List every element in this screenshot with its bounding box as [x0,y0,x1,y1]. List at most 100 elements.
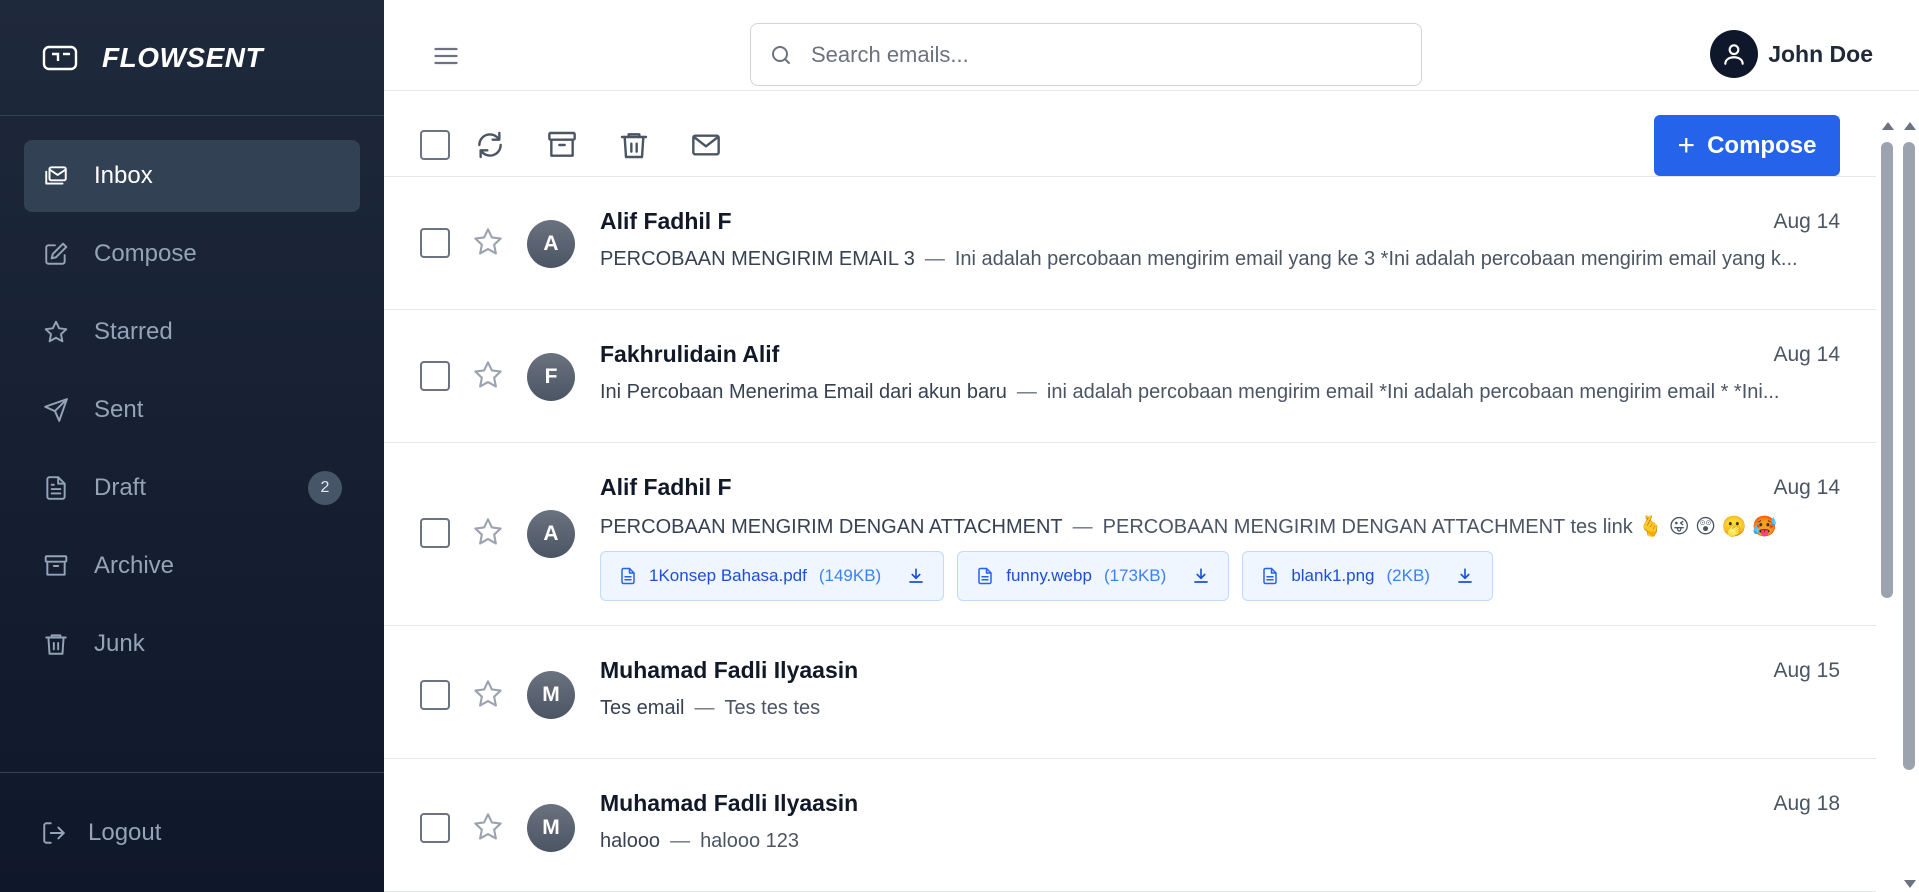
sidebar-item-label: Archive [94,552,175,579]
trash-icon [42,630,70,658]
email-date: Aug 14 [1773,210,1840,233]
file-icon [621,567,635,585]
inbox-icon [42,162,70,190]
mail-icon[interactable] [690,129,722,161]
star-icon[interactable] [472,678,504,710]
attachment-name: funny.webp [1006,566,1092,585]
menu-icon[interactable] [432,42,460,70]
sidebar-nav: Inbox Compose Starred Sent Draft 2 Archi… [0,116,384,772]
sidebar-item-label: Compose [94,240,197,267]
sidebar-item-label: Junk [94,630,145,657]
logout-label: Logout [88,818,162,846]
star-icon[interactable] [472,226,504,258]
attachment-chip[interactable]: 1Konsep Bahasa.pdf (149KB) [600,551,945,601]
email-date: Aug 15 [1773,659,1840,682]
sidebar-item-inbox[interactable]: Inbox [24,140,360,212]
sender-avatar: A [527,220,575,268]
email-row[interactable]: A Alif Fadhil F Aug 14 PERCOBAAN MENGIRI… [384,443,1876,626]
row-checkbox[interactable] [420,228,450,258]
avatar [1710,30,1759,78]
send-icon [42,396,70,424]
attachment-size: (173KB) [1103,566,1167,585]
compose-label: Compose [1707,131,1817,159]
email-summary: halooo — halooo 123 [600,830,800,852]
sidebar-item-label: Inbox [94,162,153,189]
user-icon [1724,44,1744,65]
scroll-thumb[interactable] [1881,142,1893,598]
email-row[interactable]: M Muhamad Fadli Ilyaasin Aug 18 halooo — h… [384,759,1876,892]
trash-icon[interactable] [618,129,650,161]
compose-button[interactable]: + Compose [1654,115,1840,177]
email-subject: PERCOBAAN MENGIRIM DENGAN ATTACHMENT [600,516,1063,538]
search-input[interactable] [811,41,1371,68]
brand[interactable]: FLOWSENT [0,0,384,116]
email-row[interactable]: A Alif Fadhil F Aug 14 PERCOBAAN MENGIRI… [384,177,1876,310]
select-all-checkbox[interactable] [420,130,450,161]
email-list: A Alif Fadhil F Aug 14 PERCOBAAN MENGIRI… [384,177,1876,892]
attachment-size: (2KB) [1386,566,1430,585]
logo-icon [42,45,78,70]
row-checkbox[interactable] [420,680,450,710]
sidebar-item-sent[interactable]: Sent [24,374,360,446]
archive-icon[interactable] [546,129,578,161]
sender-name: Alif Fadhil F [600,474,732,500]
scroll-thumb[interactable] [1903,142,1915,770]
email-subject: Ini Percobaan Menerima Email dari akun b… [600,381,1007,403]
star-icon[interactable] [472,516,504,548]
file-icon [42,474,70,502]
attachment-name: 1Konsep Bahasa.pdf [649,566,807,585]
download-icon[interactable] [907,567,925,585]
search-bar[interactable] [750,23,1422,86]
brand-name: FLOWSENT [102,41,264,73]
sidebar-item-junk[interactable]: Junk [24,608,360,680]
sender-name: Muhamad Fadli Ilyaasin [600,657,859,683]
file-icon [1263,567,1278,585]
email-date: Aug 14 [1773,476,1840,499]
archive-icon [42,552,70,580]
email-row[interactable]: F Fakhrulidain Alif Aug 14 Ini Percobaan… [384,310,1876,443]
email-summary: PERCOBAAN MENGIRIM EMAIL 3— Ini adalah pe… [600,248,1798,270]
scroll-up-icon[interactable] [1903,121,1917,131]
star-icon[interactable] [472,811,504,843]
download-icon[interactable] [1456,567,1474,585]
email-row[interactable]: M Muhamad Fadli Ilyaasin Aug 15 Tes emai… [384,626,1876,759]
attachment-chip[interactable]: blank1.png (2KB) [1242,551,1493,601]
row-checkbox[interactable] [420,361,450,391]
email-preview: PERCOBAAN MENGIRIM DENGAN ATTACHMENT tes… [1102,516,1777,538]
download-icon[interactable] [1192,567,1210,585]
sidebar-item-label: Draft [94,474,147,501]
scrollbar[interactable] [1873,116,1919,892]
file-icon [978,567,992,585]
row-checkbox[interactable] [420,518,450,548]
scroll-up-icon[interactable] [1881,121,1895,131]
sender-avatar: M [527,804,575,852]
email-date: Aug 14 [1773,343,1840,366]
star-icon [42,318,70,346]
refresh-icon[interactable] [474,129,506,161]
logout-button[interactable]: Logout [0,772,384,892]
sidebar-item-compose[interactable]: Compose [24,218,360,290]
sender-name: Fakhrulidain Alif [600,341,780,367]
email-subject: PERCOBAAN MENGIRIM EMAIL 3 [600,248,915,270]
row-checkbox[interactable] [420,813,450,843]
email-summary: PERCOBAAN MENGIRIM DENGAN ATTACHMENT — PER… [600,516,1777,538]
email-summary: Tes email — Tes tes tes [600,697,821,719]
search-icon [772,45,790,64]
scroll-down-icon[interactable] [1903,879,1917,889]
sidebar-item-starred[interactable]: Starred [24,296,360,368]
draft-count-badge: 2 [308,471,342,505]
attachment-chip[interactable]: funny.webp (173KB) [957,551,1230,601]
sidebar-item-archive[interactable]: Archive [24,530,360,602]
app: FLOWSENT Inbox Compose Starred Sent Draf… [0,0,1919,892]
user-menu[interactable]: John Doe [1710,30,1873,78]
sender-avatar: F [527,353,575,401]
star-icon[interactable] [472,359,504,391]
main-content: John Doe + Compose [384,0,1919,892]
email-preview: Tes tes tes [724,697,821,719]
mail-toolbar: + Compose [384,91,1876,177]
email-date: Aug 18 [1773,792,1840,815]
email-preview: ini adalah percobaan mengirim email *Ini… [1046,381,1780,403]
sidebar-item-draft[interactable]: Draft 2 [24,452,360,524]
sender-name: Muhamad Fadli Ilyaasin [600,790,859,816]
attachment-size: (149KB) [818,566,882,585]
